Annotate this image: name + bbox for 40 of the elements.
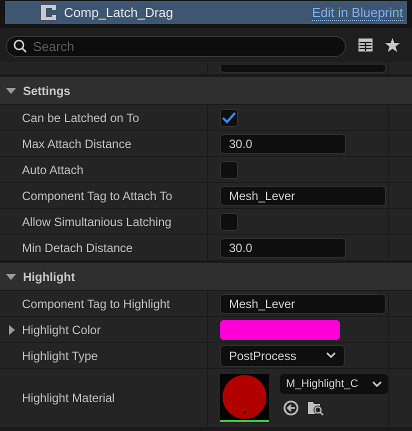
- component-title: Comp_Latch_Drag: [64, 4, 174, 22]
- color-swatch[interactable]: [220, 320, 340, 340]
- checkmark-icon: [222, 112, 236, 124]
- table-view-icon[interactable]: [358, 38, 373, 52]
- chevron-down-icon: [372, 380, 382, 388]
- input-field[interactable]: 30.0: [220, 238, 346, 258]
- dropdown[interactable]: PostProcess: [220, 344, 345, 366]
- property-label: Allow Simultanious Latching: [22, 214, 172, 230]
- use-selected-icon[interactable]: [283, 400, 299, 416]
- search-field[interactable]: Search: [6, 36, 346, 56]
- sphere-thumbnail: [220, 374, 269, 422]
- collapse-arrow-icon[interactable]: [6, 86, 16, 96]
- checkbox[interactable]: [220, 212, 238, 230]
- section-header[interactable]: Highlight: [0, 263, 412, 290]
- component-icon: [41, 5, 56, 20]
- section-header[interactable]: Settings: [0, 77, 412, 104]
- property-label: Auto Attach: [22, 162, 84, 178]
- browse-folder-icon[interactable]: [307, 400, 324, 416]
- property-label: Can be Latched on To: [22, 110, 140, 126]
- collapse-arrow-icon[interactable]: [6, 272, 16, 282]
- property-label: Max Attach Distance: [22, 136, 132, 152]
- input-field[interactable]: 30.0: [220, 134, 346, 154]
- input-field[interactable]: Mesh_Lever: [220, 186, 386, 206]
- property-label: Highlight Type: [22, 348, 98, 364]
- input-field[interactable]: Mesh_Lever: [220, 294, 386, 314]
- property-label: Component Tag to Highlight: [22, 296, 170, 312]
- section-title: Settings: [23, 82, 70, 100]
- property-label: Highlight Color: [22, 322, 101, 338]
- expand-arrow-icon[interactable]: [7, 324, 17, 334]
- property-label: Min Detach Distance: [22, 240, 133, 256]
- input-field[interactable]: [220, 65, 386, 73]
- search-icon: [13, 38, 27, 52]
- section-title: Highlight: [23, 268, 75, 286]
- asset-dropdown[interactable]: M_Highlight_C: [280, 374, 388, 394]
- property-label: Highlight Material: [22, 390, 115, 407]
- chevron-down-icon: [326, 352, 336, 359]
- checkbox[interactable]: [220, 108, 238, 126]
- star-icon[interactable]: [385, 38, 400, 52]
- checkbox[interactable]: [220, 160, 238, 178]
- property-label: Component Tag to Attach To: [22, 188, 172, 204]
